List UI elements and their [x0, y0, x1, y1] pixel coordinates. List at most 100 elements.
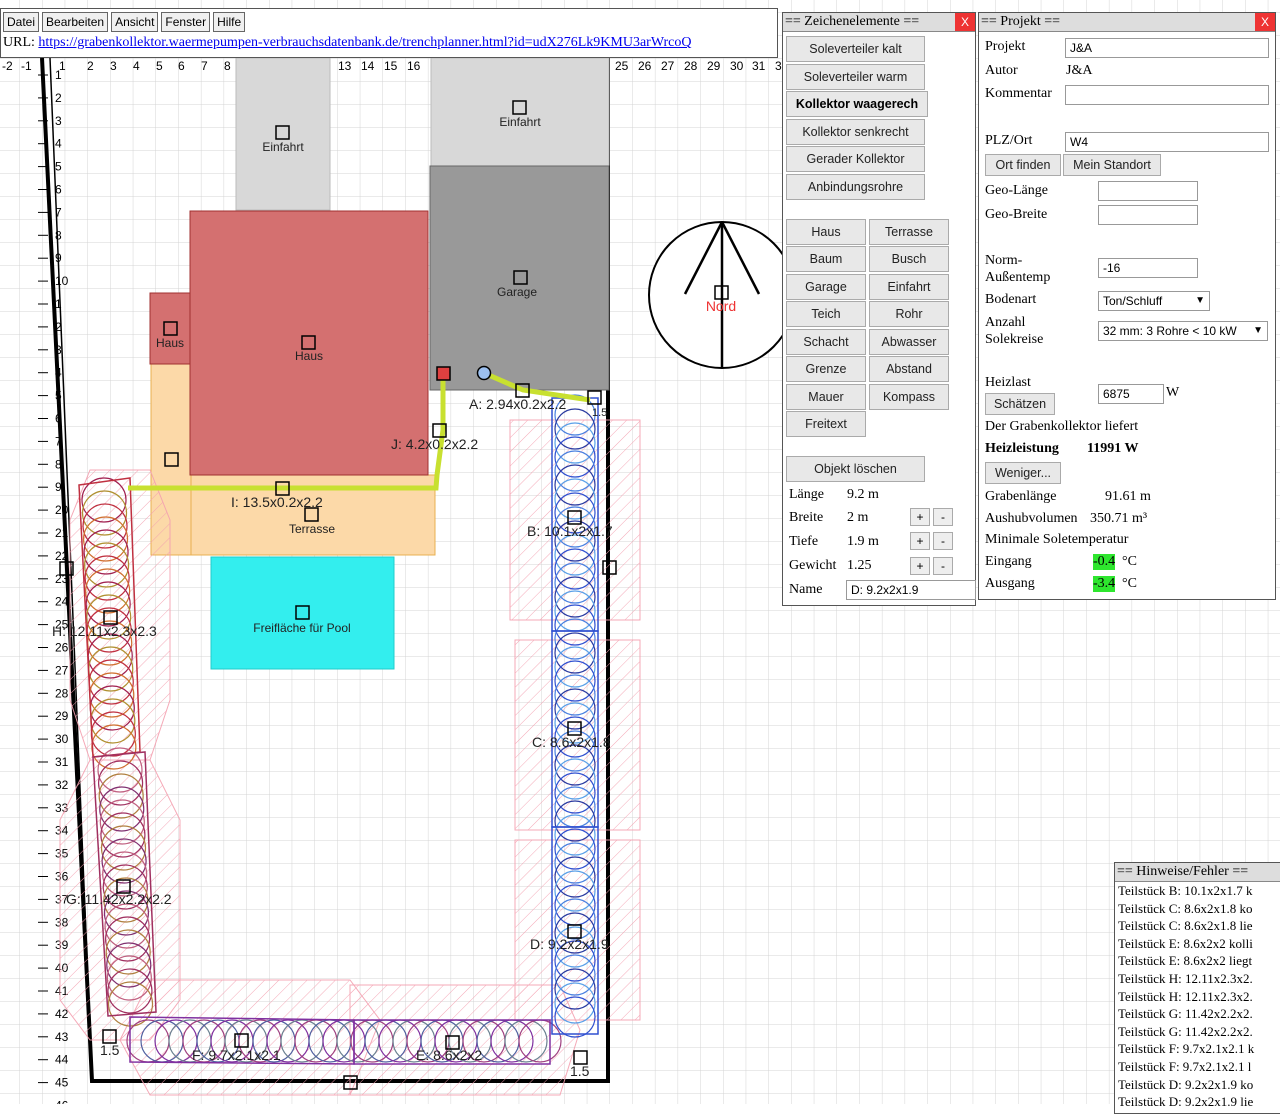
hinweis-item[interactable]: Teilstück G: 11.42x2.2x2. [1115, 1023, 1280, 1041]
soleverteiler-kalt[interactable] [436, 366, 451, 381]
hinweis-item[interactable]: Teilstück D: 9.2x2x1.9 ko [1115, 1076, 1280, 1094]
anzahl-solekreise-select[interactable]: 32 mm: 3 Rohre < 10 kW ▼ [1098, 321, 1268, 341]
ruler-y-label: 27 [55, 663, 69, 677]
bodenart-select[interactable]: Ton/Schluff ▼ [1098, 291, 1210, 311]
ausgang-unit: °C [1122, 576, 1137, 591]
hinweis-item[interactable]: Teilstück E: 8.6x2x2 kolli [1115, 935, 1280, 953]
plz-ort-input[interactable]: W4 [1065, 132, 1269, 152]
geo-laenge-label: Geo-Länge [985, 183, 1048, 198]
trench-label-A: A: 2.94x0.2x2.2 [469, 396, 567, 412]
grenze-button[interactable]: Grenze [786, 356, 866, 382]
kollektor-waagerecht-button[interactable]: Kollektor waagerech [786, 91, 928, 117]
heizlast-unit: W [1166, 385, 1180, 400]
menu-datei[interactable]: Datei [3, 12, 40, 32]
weniger-button[interactable]: Weniger... [985, 462, 1061, 484]
gewicht-minus-button[interactable]: - [933, 557, 953, 575]
schacht-button[interactable]: Schacht [786, 329, 866, 355]
freitext-button[interactable]: Freitext [786, 411, 866, 437]
geo-breite-input[interactable] [1098, 205, 1198, 225]
ruler-y-label: 43 [55, 1030, 69, 1044]
hinweis-item[interactable]: Teilstück H: 12.11x2.3x2. [1115, 988, 1280, 1006]
name-input[interactable]: D: 9.2x2x1.9 [846, 580, 976, 600]
area-label: Garage [497, 285, 537, 299]
mein-standort-button[interactable]: Mein Standort [1063, 154, 1161, 176]
kommentar-input[interactable] [1065, 85, 1269, 105]
soleverteiler-warm-button[interactable]: Soleverteiler warm [786, 64, 925, 90]
baum-button[interactable]: Baum [786, 246, 866, 272]
kollektor-senkrecht-button[interactable]: Kollektor senkrecht [786, 119, 925, 145]
ruler-x-label: 5 [156, 59, 163, 73]
url-link[interactable]: https://grabenkollektor.waermepumpen-ver… [38, 35, 691, 50]
breite-plus-button[interactable]: + [910, 508, 930, 526]
plz-ort-label: PLZ/Ort [985, 133, 1033, 148]
einfahrt-button[interactable]: Einfahrt [869, 274, 949, 300]
area-label: Freifläche für Pool [253, 621, 350, 635]
gewicht-plus-button[interactable]: + [910, 557, 930, 575]
ruler-y-label: 2 [55, 91, 62, 105]
geo-breite-label: Geo-Breite [985, 207, 1048, 222]
norm-aussentemp-input[interactable]: -16 [1098, 258, 1198, 278]
close-icon[interactable]: X [955, 13, 975, 31]
area-label: Haus [295, 349, 323, 363]
hinweis-item[interactable]: Teilstück H: 12.11x2.3x2. [1115, 970, 1280, 988]
gerader-kollektor-button[interactable]: Gerader Kollektor [786, 146, 925, 172]
garage-button[interactable]: Garage [786, 274, 866, 300]
rohr-button[interactable]: Rohr [869, 301, 949, 327]
kompass-button[interactable]: Kompass [869, 384, 949, 410]
ruler-y-label: 45 [55, 1076, 69, 1090]
hinweis-item[interactable]: Teilstück F: 9.7x2.1x2.1 k [1115, 1040, 1280, 1058]
mauer-button[interactable]: Mauer [786, 384, 866, 410]
menu-hilfe[interactable]: Hilfe [213, 12, 246, 32]
soleverteiler-kalt-button[interactable]: Soleverteiler kalt [786, 36, 925, 62]
hinweis-item[interactable]: Teilstück B: 10.1x2x1.7 k [1115, 882, 1280, 900]
anbindungsrohre-button[interactable]: Anbindungsrohre [786, 174, 925, 200]
ruler-y-label: 31 [55, 755, 69, 769]
compass[interactable]: Nord [648, 221, 796, 369]
hinweis-item[interactable]: Teilstück D: 9.2x2x1.9 lie [1115, 1093, 1280, 1111]
area-einfahrt-1[interactable]: Einfahrt [235, 57, 331, 211]
area-haus-small[interactable]: Haus [149, 292, 191, 365]
ruler-x-label: 27 [661, 59, 675, 73]
hinweis-item[interactable]: Teilstück G: 11.42x2.2x2. [1115, 1005, 1280, 1023]
projekt-input[interactable]: J&A [1065, 38, 1269, 58]
heizlast-input[interactable]: 6875 [1098, 384, 1164, 404]
dimension-label: 1.5 [592, 407, 607, 419]
ruler-x-label: 8 [224, 59, 231, 73]
ruler-x-label: 6 [178, 59, 185, 73]
haus-button[interactable]: Haus [786, 219, 866, 245]
hinweis-item[interactable]: Teilstück F: 9.7x2.1x2.1 l [1115, 1058, 1280, 1076]
close-icon[interactable]: X [1255, 13, 1275, 31]
area-pool[interactable]: Freifläche für Pool [210, 556, 395, 670]
area-garage[interactable]: Garage [429, 165, 610, 391]
menu-fenster[interactable]: Fenster [161, 12, 211, 32]
menu-bearbeiten[interactable]: Bearbeiten [42, 12, 109, 32]
ruler-x-label: 13 [338, 59, 352, 73]
hinweis-item[interactable]: Teilstück C: 8.6x2x1.8 lie [1115, 917, 1280, 935]
ruler-y-label: 29 [55, 709, 69, 723]
ort-finden-button[interactable]: Ort finden [985, 154, 1061, 176]
trench-label-F: F: 9.7x2.1x2.1 [192, 1047, 281, 1063]
tiefe-plus-button[interactable]: + [910, 532, 930, 550]
hinweis-item[interactable]: Teilstück E: 8.6x2x2 liegt [1115, 952, 1280, 970]
geo-laenge-input[interactable] [1098, 181, 1198, 201]
abwasser-button[interactable]: Abwasser [869, 329, 949, 355]
menu-ansicht[interactable]: Ansicht [111, 12, 159, 32]
teich-button[interactable]: Teich [786, 301, 866, 327]
kommentar-label: Kommentar [985, 86, 1052, 101]
soleverteiler-warm[interactable] [476, 365, 492, 381]
busch-button[interactable]: Busch [869, 246, 949, 272]
schaetzen-button[interactable]: Schätzen [985, 393, 1055, 415]
terrasse-button[interactable]: Terrasse [869, 219, 949, 245]
tiefe-minus-button[interactable]: - [933, 532, 953, 550]
zeichenelemente-panel: == Zeichenelemente == X Soleverteiler kal… [782, 12, 976, 606]
objekt-loeschen-button[interactable]: Objekt löschen [786, 456, 925, 482]
ruler-x-label: 16 [407, 59, 421, 73]
breite-minus-button[interactable]: - [933, 508, 953, 526]
ruler-y-label: 8 [55, 228, 62, 242]
area-einfahrt-2[interactable]: Einfahrt [430, 57, 610, 167]
menu-bar: Datei Bearbeiten Ansicht Fenster Hilfe [3, 12, 246, 32]
area-label: Einfahrt [262, 140, 304, 154]
url-label: URL: [3, 35, 35, 50]
abstand-button[interactable]: Abstand [869, 356, 949, 382]
hinweis-item[interactable]: Teilstück C: 8.6x2x1.8 ko [1115, 900, 1280, 918]
